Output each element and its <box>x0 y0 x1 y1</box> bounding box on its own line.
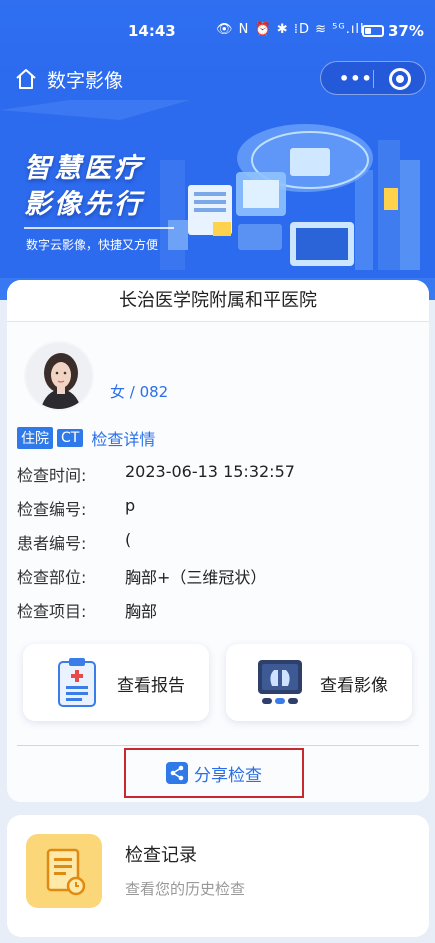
info-row: 检查编号: p <box>17 496 417 530</box>
info-label: 检查项目: <box>17 602 87 621</box>
capsule-divider <box>373 70 374 88</box>
info-row: 检查项目: 胸部 <box>17 598 417 632</box>
exam-info-list: 检查时间: 2023-06-13 15:32:57 检查编号: p 患者编号: … <box>17 462 417 632</box>
battery-indicator: 37% <box>362 22 424 40</box>
info-row: 检查部位: 胸部+（三维冠状） <box>17 564 417 598</box>
view-image-button[interactable]: 查看影像 <box>226 644 412 721</box>
info-value: 胸部 <box>125 602 158 621</box>
records-document-icon <box>46 848 86 896</box>
share-exam-label: 分享检查 <box>194 765 262 786</box>
banner-headline-2: 影像先行 <box>24 189 144 220</box>
status-icons: 👁 N ⏰ ✱ ⁞D ≋ ⁵ᴳ.ıll <box>216 22 365 37</box>
info-value: 胸部+（三维冠状） <box>125 568 267 587</box>
nav-bar: 数字影像 ••• <box>0 60 435 100</box>
exam-badges: 住院 CT 检查详情 <box>17 426 155 450</box>
more-menu-button[interactable]: ••• <box>339 69 373 88</box>
exam-card-body: 女 / 082 住院 CT 检查详情 检查时间: 2023-06-13 15:3… <box>7 322 429 802</box>
hospital-name: 长治医学院附属和平医院 <box>7 280 429 322</box>
avatar <box>24 341 94 411</box>
info-label: 检查时间: <box>17 466 87 485</box>
records-icon <box>26 834 102 908</box>
exam-detail-link[interactable]: 检查详情 <box>91 426 155 450</box>
info-value: 2023-06-13 15:32:57 <box>125 462 295 481</box>
info-value: p <box>125 496 136 515</box>
report-clipboard-icon <box>58 658 96 707</box>
avatar-image <box>26 343 92 409</box>
patient-gender-age: 女 / 082 <box>110 383 169 401</box>
battery-percent: 37% <box>388 22 424 40</box>
imaging-monitor-icon <box>258 660 302 704</box>
info-row: 患者编号: ( <box>17 530 417 564</box>
status-time: 14:43 <box>128 22 176 40</box>
close-miniprogram-button[interactable] <box>389 68 411 90</box>
records-subtitle: 查看您的历史检查 <box>125 880 246 898</box>
banner-divider <box>24 227 174 229</box>
view-report-label: 查看报告 <box>117 676 185 696</box>
info-label: 患者编号: <box>17 534 87 553</box>
card-divider <box>17 745 419 746</box>
info-row: 检查时间: 2023-06-13 15:32:57 <box>17 462 417 496</box>
info-label: 检查编号: <box>17 500 87 519</box>
page-title: 数字影像 <box>47 70 124 92</box>
miniprogram-capsule: ••• <box>320 61 426 95</box>
home-icon[interactable] <box>14 67 38 91</box>
modality-badge: CT <box>57 429 84 447</box>
status-bar: 14:43 👁 N ⏰ ✱ ⁞D ≋ ⁵ᴳ.ıll 37% <box>0 0 435 62</box>
share-exam-button[interactable]: 分享检查 <box>124 748 304 798</box>
info-label: 检查部位: <box>17 568 87 587</box>
view-report-button[interactable]: 查看报告 <box>23 644 209 721</box>
banner-headline-1: 智慧医疗 <box>24 153 144 184</box>
exam-records-entry[interactable]: 检查记录 查看您的历史检查 <box>7 815 429 937</box>
records-title: 检查记录 <box>125 845 197 866</box>
banner-subtitle: 数字云影像，快捷又方便 <box>26 238 159 252</box>
exam-card: 长治医学院附属和平医院 女 / 082 住院 CT 检查详情 检查时间: 202… <box>7 280 429 802</box>
share-icon <box>166 762 188 784</box>
view-image-label: 查看影像 <box>320 676 388 696</box>
battery-icon <box>362 25 384 37</box>
info-value: ( <box>125 530 132 549</box>
promo-banner: 智慧医疗 影像先行 数字云影像，快捷又方便 <box>0 100 435 278</box>
inpatient-badge: 住院 <box>17 427 53 449</box>
